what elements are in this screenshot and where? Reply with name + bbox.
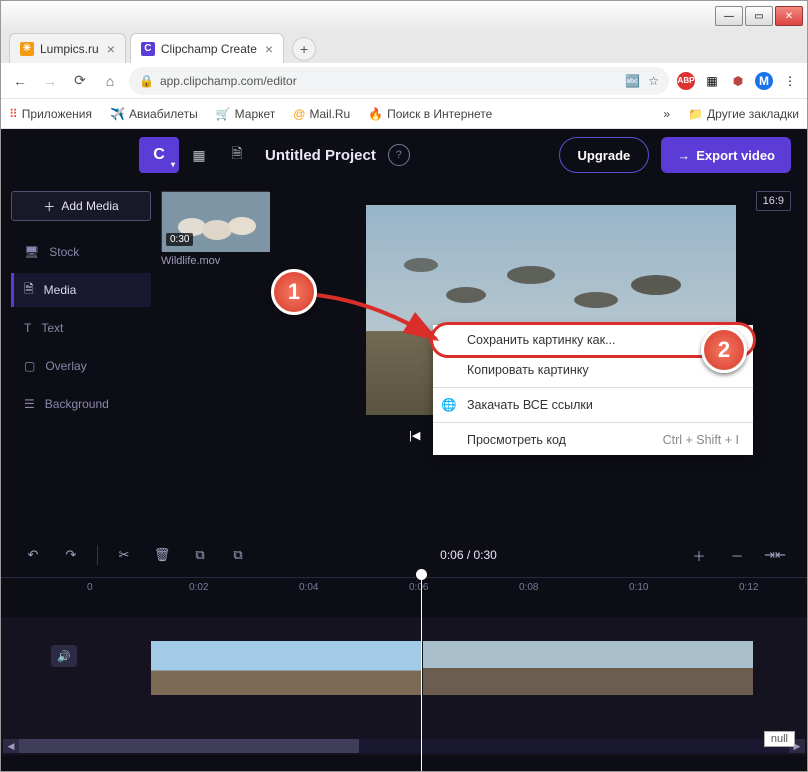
callout-1: 1 [271,269,317,315]
sidebar: ＋Add Media 🖥Stock 🗎Media TText ▢Overlay … [1,181,151,533]
adblock-icon[interactable]: ABP [677,72,695,90]
url-text: app.clipchamp.com/editor [160,74,297,88]
tab-title: Lumpics.ru [40,42,99,56]
app-toolbar: C ▦ 🗎 Untitled Project ? Upgrade →Export… [1,129,807,181]
extension-icons: ABP ▦ ⬢ M ⋮ [677,72,799,90]
redo-button[interactable]: ↷ [55,540,87,570]
project-name[interactable]: Untitled Project [265,147,376,164]
zoom-in-button[interactable]: ＋ [683,540,715,570]
close-tab-icon[interactable]: × [265,41,273,57]
clipchamp-app: C ▦ 🗎 Untitled Project ? Upgrade →Export… [1,129,807,771]
sidebar-item-stock[interactable]: 🖥Stock [11,235,151,269]
new-tab-button[interactable]: + [292,37,316,61]
null-indicator: null [764,731,795,747]
star-icon[interactable]: ☆ [648,74,659,88]
bm-overflow-icon[interactable]: » [663,107,670,121]
profile-avatar[interactable]: M [755,72,773,90]
undo-button[interactable]: ↶ [17,540,49,570]
aspect-ratio-button[interactable]: 16:9 [756,191,791,211]
media-duration: 0:30 [166,233,193,246]
pdf-icon[interactable]: ⬢ [729,72,747,90]
tab-title: Clipchamp Create [161,42,257,56]
sidebar-item-background[interactable]: ☰Background [11,387,151,421]
other-bookmarks[interactable]: 📁Другие закладки [688,107,799,121]
back-button[interactable]: ← [9,70,31,92]
delete-button[interactable]: 🗑 [146,540,178,570]
timeline-ruler[interactable]: 0 0:02 0:04 0:06 0:08 0:10 0:12 [1,577,807,617]
bookmarks-bar: ⠿Приложения ✈️Авиабилеты 🛒Маркет @Mail.R… [1,99,807,129]
bm-mailru[interactable]: @Mail.Ru [293,107,350,121]
media-icon: 🗎 [24,280,34,301]
templates-icon[interactable]: ▦ [181,137,217,173]
document-icon[interactable]: 🗎 [219,137,255,173]
zoom-out-button[interactable]: － [721,540,753,570]
timeline-time: 0:06 / 0:30 [440,548,497,562]
browser-tab-strip: ✳ Lumpics.ru × C Clipchamp Create × + [1,31,807,63]
globe-icon: 🌐 [441,397,457,413]
bm-avia[interactable]: ✈️Авиабилеты [110,107,198,121]
scroll-left-icon[interactable]: ◀ [3,739,19,753]
mute-button[interactable]: 🔊 [51,645,77,667]
menu-icon[interactable]: ⋮ [781,72,799,90]
close-button[interactable]: ✕ [775,6,803,26]
timeline-clip[interactable] [151,641,421,695]
help-icon[interactable]: ? [388,144,410,166]
timeline-toolbar: ↶ ↷ ✂ 🗑 ⧉ ⧉ 0:06 / 0:30 ＋ － ⇥⇤ [1,533,807,577]
upgrade-button[interactable]: Upgrade [559,137,650,173]
home-button[interactable]: ⌂ [99,70,121,92]
sidebar-item-media[interactable]: 🗎Media [11,273,151,307]
export-arrow-icon: → [677,148,690,163]
address-bar: ← → ⟳ ⌂ 🔒 app.clipchamp.com/editor 🔤 ☆ A… [1,63,807,99]
lock-icon: 🔒 [139,74,154,88]
duplicate-button[interactable]: ⧉ [222,540,254,570]
add-media-button[interactable]: ＋Add Media [11,191,151,221]
reload-button[interactable]: ⟳ [69,70,91,92]
close-tab-icon[interactable]: × [107,41,115,57]
callout-2: 2 [701,327,747,373]
translate-icon[interactable]: 🔤 [625,74,640,88]
bm-market[interactable]: 🛒Маркет [216,107,276,121]
favicon-clipchamp: C [141,42,155,56]
text-icon: T [24,321,31,335]
ctx-download-links[interactable]: 🌐Закачать ВСЕ ссылки [433,390,753,420]
split-button[interactable]: ✂ [108,540,140,570]
window-titlebar: — ▭ ✕ [1,1,807,31]
maximize-button[interactable]: ▭ [745,6,773,26]
horizontal-scrollbar[interactable]: ◀ ▶ [1,737,807,755]
url-input[interactable]: 🔒 app.clipchamp.com/editor 🔤 ☆ [129,67,669,95]
copy-button[interactable]: ⧉ [184,540,216,570]
stock-icon: 🖥 [24,245,39,259]
bm-search[interactable]: 🔥Поиск в Интернете [368,107,492,121]
tab-lumpics[interactable]: ✳ Lumpics.ru × [9,33,126,63]
media-thumbnail[interactable]: 0:30 [161,191,269,251]
logo-menu[interactable]: C [139,137,179,173]
export-button[interactable]: →Export video [661,137,791,173]
layers-icon: ☰ [24,397,35,411]
sidebar-item-text[interactable]: TText [11,311,151,345]
apps-button[interactable]: ⠿Приложения [9,107,92,121]
scroll-thumb[interactable] [19,739,359,753]
skip-back-icon[interactable]: |◀ [409,429,420,442]
forward-button[interactable]: → [39,70,61,92]
plus-icon: ＋ [43,198,55,215]
ctx-inspect[interactable]: Просмотреть кодCtrl + Shift + I [433,425,753,455]
zoom-fit-button[interactable]: ⇥⇤ [759,540,791,570]
timeline-tracks[interactable]: 🔊 [1,617,807,737]
overlay-icon: ▢ [24,359,35,373]
ext-icon[interactable]: ▦ [703,72,721,90]
sidebar-item-overlay[interactable]: ▢Overlay [11,349,151,383]
minimize-button[interactable]: — [715,6,743,26]
favicon-lumpics: ✳ [20,42,34,56]
tab-clipchamp[interactable]: C Clipchamp Create × [130,33,284,63]
timeline-clip[interactable] [423,641,753,695]
playhead[interactable] [421,572,422,771]
